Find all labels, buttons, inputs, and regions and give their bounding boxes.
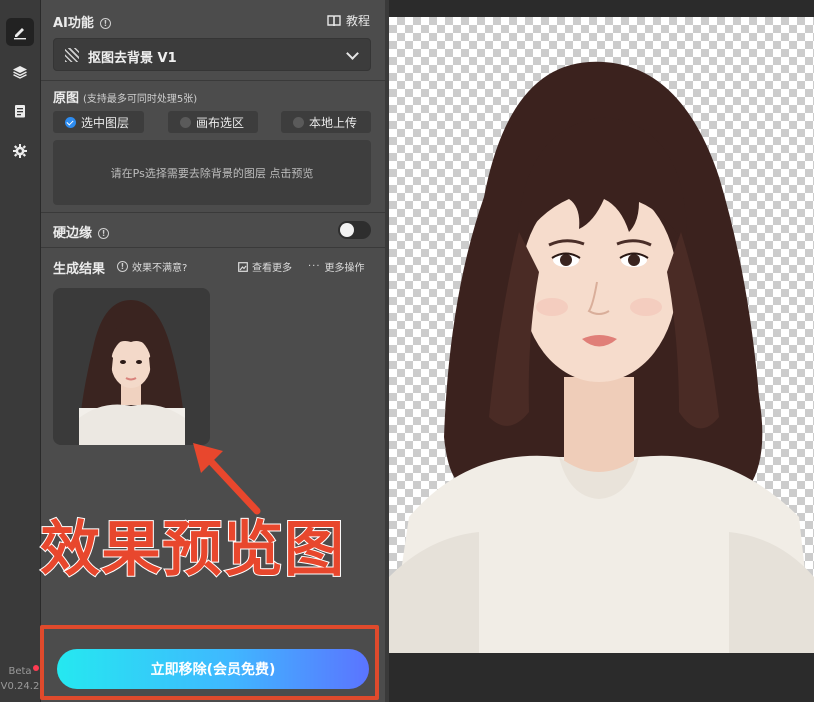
gear-icon (13, 144, 27, 158)
feedback-link[interactable]: ! 效果不满意? (117, 259, 187, 274)
cutout-icon (65, 48, 79, 62)
info-icon[interactable]: ! (98, 228, 110, 239)
ai-feature-select[interactable]: 抠图去背景 V1 (53, 38, 371, 71)
app-window: Beta V0.24.2 AI功能! 教程 抠图去背景 V1 原图 (支持最多可同… (0, 0, 814, 702)
view-more-link[interactable]: 查看更多 (238, 259, 292, 274)
source-option-selection[interactable]: 画布选区 (168, 111, 258, 133)
preview-dropzone[interactable]: 请在Ps选择需要去除背景的图层 点击预览 (53, 140, 371, 205)
annotation-arrow (193, 443, 261, 515)
info-icon[interactable]: ! (99, 18, 111, 29)
settings-tool[interactable] (6, 137, 34, 165)
remove-now-button[interactable]: 立即移除(会员免费) (57, 649, 369, 689)
radio-unchecked-icon (293, 116, 304, 128)
beta-indicator (33, 665, 39, 671)
section-divider (41, 80, 385, 81)
edit-icon (14, 28, 26, 40)
ai-feature-title: AI功能! (53, 12, 111, 31)
section-divider (41, 247, 385, 248)
annotation-caption: 效果预览图 (39, 515, 345, 585)
source-hint: (支持最多可同时处理5张) (83, 94, 198, 105)
more-actions-link[interactable]: ··· 更多操作 (308, 259, 365, 274)
chevron-down-icon (346, 47, 359, 60)
layers-tool[interactable] (6, 58, 34, 86)
section-divider (41, 212, 385, 213)
tutorial-link[interactable]: 教程 (327, 12, 370, 29)
history-tool[interactable] (6, 97, 34, 125)
radio-checked-icon (65, 116, 76, 128)
source-option-layer[interactable]: 选中图层 (53, 111, 144, 133)
result-title: 生成结果 (53, 262, 106, 277)
book-icon (327, 14, 341, 26)
gallery-icon (238, 261, 248, 272)
cutout-portrait-image (389, 61, 814, 653)
version-label: V0.24.2 (0, 681, 40, 692)
left-toolbar: Beta V0.24.2 (0, 0, 41, 702)
info-icon: ! (117, 261, 128, 272)
toggle-knob (340, 223, 354, 237)
result-portrait-image (79, 300, 185, 445)
source-title: 原图 (支持最多可同时处理5张) (53, 91, 198, 106)
source-option-upload[interactable]: 本地上传 (281, 111, 371, 133)
radio-unchecked-icon (180, 116, 191, 128)
hard-edge-toggle[interactable] (338, 221, 371, 239)
clipboard-icon (15, 105, 25, 118)
ai-feature-selected: 抠图去背景 V1 (88, 51, 177, 66)
result-thumbnail[interactable] (53, 288, 210, 445)
more-dots-icon: ··· (308, 261, 321, 272)
ps-canvas[interactable] (389, 17, 814, 653)
hard-edge-title: 硬边缘! (53, 222, 110, 241)
layers-icon (13, 66, 27, 79)
edit-tool[interactable] (6, 18, 34, 46)
